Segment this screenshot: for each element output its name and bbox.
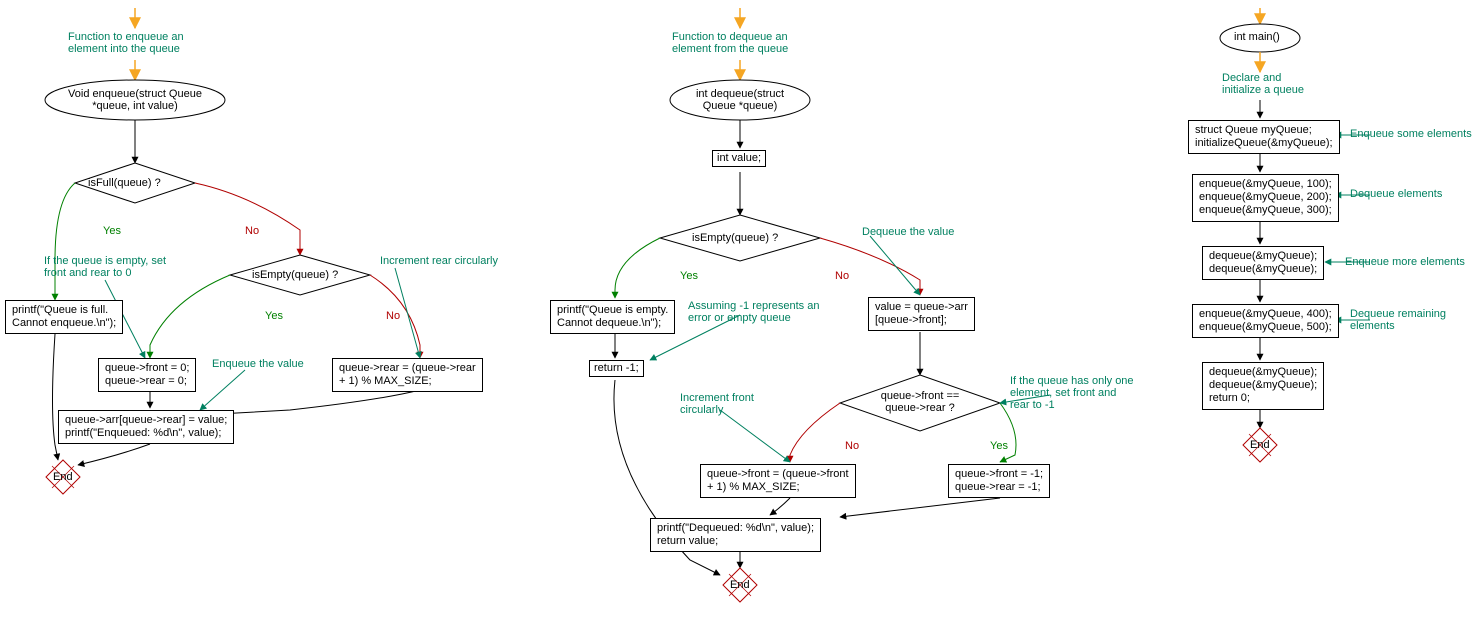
box-print-return: printf("Dequeued: %d\n", value); return … — [650, 518, 821, 552]
flowchart-canvas: Function to enqueue an element into the … — [0, 0, 1473, 617]
decision-isempty-2: isEmpty(queue) ? — [692, 232, 778, 244]
box-do-enqueue: queue->arr[queue->rear] = value; printf(… — [58, 410, 234, 444]
comment-empty-setzero: If the queue is empty, set front and rea… — [44, 255, 166, 279]
comment-assume-minus1: Assuming -1 represents an error or empty… — [688, 300, 819, 324]
box-incfront: queue->front = (queue->front + 1) % MAX_… — [700, 464, 856, 498]
box-enqueue-2: enqueue(&myQueue, 400); enqueue(&myQueue… — [1192, 304, 1339, 338]
comment-enqueue-value: Enqueue the value — [212, 358, 304, 370]
box-queue-empty: printf("Queue is empty. Cannot dequeue.\… — [550, 300, 675, 334]
box-return-minus1: return -1; — [589, 360, 644, 377]
box-dequeue-2: dequeue(&myQueue); dequeue(&myQueue); — [1202, 246, 1324, 280]
comment-dequeue-elems: Dequeue elements — [1350, 188, 1442, 200]
decision-front-eq-rear: queue->front == queue->rear ? — [873, 390, 967, 414]
branch-yes-3: Yes — [680, 270, 698, 282]
terminator-main: int main() — [1234, 31, 1280, 43]
comment-enqueue-fn: Function to enqueue an element into the … — [68, 31, 184, 55]
box-setzero: queue->front = 0; queue->rear = 0; — [98, 358, 196, 392]
box-increar: queue->rear = (queue->rear + 1) % MAX_SI… — [332, 358, 483, 392]
box-reset-minus1: queue->front = -1; queue->rear = -1; — [948, 464, 1050, 498]
branch-no-4: No — [845, 440, 859, 452]
end-1: End — [53, 471, 73, 483]
comment-dequeue-value: Dequeue the value — [862, 226, 954, 238]
comment-enqueue-more: Enqueue more elements — [1345, 256, 1465, 268]
comment-only-one: If the queue has only one element, set f… — [1010, 375, 1134, 411]
box-enqueue-3: enqueue(&myQueue, 100); enqueue(&myQueue… — [1192, 174, 1339, 222]
decision-isfull: isFull(queue) ? — [88, 177, 161, 189]
box-final: dequeue(&myQueue); dequeue(&myQueue); re… — [1202, 362, 1324, 410]
branch-no-2: No — [386, 310, 400, 322]
comment-inc-front: Increment front circularly — [680, 392, 754, 416]
decision-isempty-1: isEmpty(queue) ? — [252, 269, 338, 281]
branch-no-1: No — [245, 225, 259, 237]
branch-yes-1: Yes — [103, 225, 121, 237]
comment-enqueue-some: Enqueue some elements — [1350, 128, 1472, 140]
comment-inc-rear: Increment rear circularly — [380, 255, 498, 267]
terminator-enqueue: Void enqueue(struct Queue *queue, int va… — [60, 88, 210, 112]
branch-yes-2: Yes — [265, 310, 283, 322]
box-declare: struct Queue myQueue; initializeQueue(&m… — [1188, 120, 1340, 154]
comment-dequeue-fn: Function to dequeue an element from the … — [672, 31, 788, 55]
end-2: End — [730, 579, 750, 591]
comment-dequeue-remaining: Dequeue remaining elements — [1350, 308, 1446, 332]
branch-yes-4: Yes — [990, 440, 1008, 452]
branch-no-3: No — [835, 270, 849, 282]
box-value-assign: value = queue->arr [queue->front]; — [868, 297, 975, 331]
box-queue-full: printf("Queue is full. Cannot enqueue.\n… — [5, 300, 123, 334]
terminator-dequeue: int dequeue(struct Queue *queue) — [685, 88, 795, 112]
box-int-value: int value; — [712, 150, 766, 167]
end-3: End — [1250, 439, 1270, 451]
comment-declare: Declare and initialize a queue — [1222, 72, 1304, 96]
